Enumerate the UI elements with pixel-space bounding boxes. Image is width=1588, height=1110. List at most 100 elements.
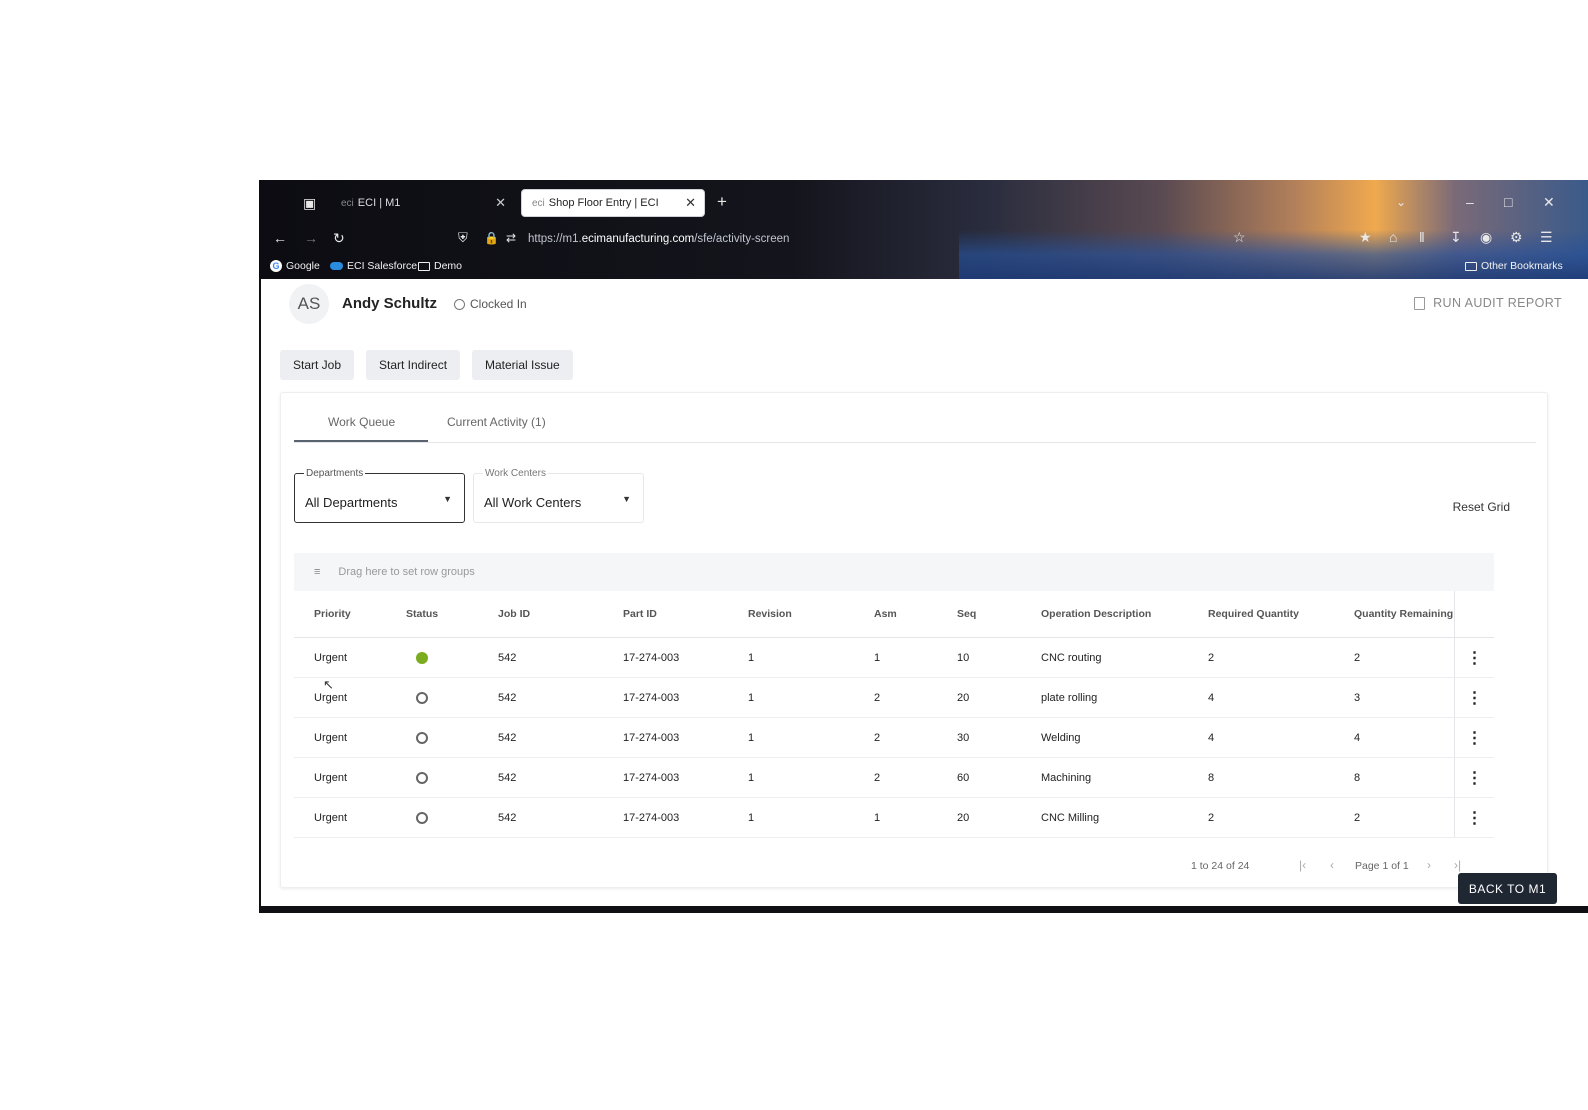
start-job-button[interactable]: Start Job xyxy=(280,350,355,380)
row-menu-icon[interactable]: ⋮ xyxy=(1454,718,1494,757)
bookmark-label: Google xyxy=(286,260,320,272)
column-header-asm[interactable]: Asm xyxy=(874,608,897,620)
bookmark-star-icon[interactable]: ☆ xyxy=(1233,229,1246,245)
forward-arrow-icon[interactable]: → xyxy=(304,230,318,246)
column-header-priority[interactable]: Priority xyxy=(314,608,351,620)
grid-pagination: 1 to 24 of 24 |‹ ‹ Page 1 of 1 › ›| xyxy=(294,853,1494,883)
close-window-icon[interactable]: ✕ xyxy=(1543,194,1555,210)
row-group-placeholder: Drag here to set row groups xyxy=(338,566,475,578)
part-id-cell: 17-274-003 xyxy=(623,811,680,824)
avatar[interactable]: AS xyxy=(289,284,329,324)
close-tab-icon[interactable]: ✕ xyxy=(495,195,506,211)
asm-cell: 1 xyxy=(874,651,881,664)
required-quantity-cell: 2 xyxy=(1208,651,1215,664)
row-menu-icon[interactable]: ⋮ xyxy=(1454,638,1494,677)
extensions-icon[interactable]: ⚙ xyxy=(1510,229,1523,245)
part-id-cell: 17-274-003 xyxy=(623,731,680,744)
bookmark-eci-salesforce[interactable]: ECI Salesforce xyxy=(330,260,417,272)
column-header-revision[interactable]: Revision xyxy=(748,608,792,620)
clock-icon xyxy=(454,298,465,310)
column-header-quantity-remaining[interactable]: Quantity Remaining xyxy=(1354,608,1453,620)
row-group-drop-zone[interactable]: ≡ Drag here to set row groups xyxy=(294,553,1494,591)
quantity-remaining-cell: 8 xyxy=(1354,771,1361,784)
seq-cell: 20 xyxy=(957,691,970,704)
page-indicator: Page 1 of 1 xyxy=(1355,860,1409,872)
run-audit-report-button[interactable]: RUN AUDIT REPORT xyxy=(1414,296,1562,310)
bookmarks-menu-icon[interactable]: ★ xyxy=(1359,229,1372,245)
previous-page-icon[interactable]: ‹ xyxy=(1330,858,1334,872)
list-tabs-chevron-icon[interactable]: ⌄ xyxy=(1396,194,1406,210)
lock-icon[interactable]: 🔒 xyxy=(484,230,499,246)
caret-down-icon: ▼ xyxy=(443,494,452,504)
other-bookmarks[interactable]: Other Bookmarks xyxy=(1465,260,1563,272)
account-icon[interactable]: ◉ xyxy=(1480,229,1492,245)
maximize-icon[interactable]: □ xyxy=(1504,194,1512,210)
first-page-icon[interactable]: |‹ xyxy=(1299,858,1306,872)
departments-value: All Departments xyxy=(305,495,398,510)
minimize-icon[interactable]: – xyxy=(1466,194,1474,210)
work-centers-select[interactable]: Work Centers All Work Centers ▼ xyxy=(473,468,644,523)
table-row[interactable]: Urgent 542 17-274-003 1 1 20 CNC Milling… xyxy=(294,798,1494,838)
table-row[interactable]: Urgent 542 17-274-003 1 2 30 Welding 4 4… xyxy=(294,718,1494,758)
tab-manager-icon[interactable]: ▣ xyxy=(303,195,316,211)
new-tab-icon[interactable]: + xyxy=(717,193,727,210)
folder-icon xyxy=(1465,261,1477,271)
row-menu-icon[interactable]: ⋮ xyxy=(1454,678,1494,717)
status-idle-icon xyxy=(416,811,428,824)
back-to-m1-button[interactable]: BACK TO M1 xyxy=(1458,873,1557,904)
priority-cell: Urgent xyxy=(314,771,348,784)
browser-tab-shop-floor[interactable]: eci Shop Floor Entry | ECI ✕ xyxy=(521,189,705,217)
table-row[interactable]: Urgent 542 17-274-003 1 2 20 plate rolli… xyxy=(294,678,1494,718)
home-icon[interactable]: ⌂ xyxy=(1389,229,1397,245)
address-bar[interactable]: https://m1. ecimanufacturing.com/sfe/acti… xyxy=(528,227,1328,251)
table-row[interactable]: Urgent 542 17-274-003 1 2 60 Machining 8… xyxy=(294,758,1494,798)
column-header-operation-description[interactable]: Operation Description xyxy=(1041,608,1151,620)
browser-window: ▣ eci ECI | M1 ✕ eci Shop Floor Entry | … xyxy=(259,180,1588,913)
departments-label: Departments xyxy=(304,468,366,479)
column-header-part-id[interactable]: Part ID xyxy=(623,608,657,620)
bookmark-google[interactable]: G Google xyxy=(270,260,320,272)
operation-cell: Machining xyxy=(1041,771,1092,784)
tab-current-activity[interactable]: Current Activity (1) xyxy=(447,415,546,429)
material-issue-button[interactable]: Material Issue xyxy=(472,350,573,380)
quantity-remaining-cell: 3 xyxy=(1354,691,1361,704)
permissions-icon[interactable]: ⇄ xyxy=(506,230,516,246)
priority-cell: Urgent xyxy=(314,731,348,744)
audit-label: RUN AUDIT REPORT xyxy=(1433,296,1562,310)
tab-work-queue[interactable]: Work Queue xyxy=(328,415,395,429)
start-indirect-button[interactable]: Start Indirect xyxy=(366,350,461,380)
library-icon[interactable]: ‖ xyxy=(1419,229,1425,245)
next-page-icon[interactable]: › xyxy=(1427,858,1431,872)
required-quantity-cell: 8 xyxy=(1208,771,1215,784)
grid-header-row: Priority Status Job ID Part ID Revision … xyxy=(294,591,1494,638)
departments-select[interactable]: Departments All Departments ▼ xyxy=(294,468,465,523)
shield-icon[interactable]: ⛨ xyxy=(458,230,468,246)
browser-tab-eci-m1[interactable]: eci ECI | M1 ✕ xyxy=(331,189,514,217)
download-icon[interactable]: ↧ xyxy=(1450,229,1462,245)
row-group-icon: ≡ xyxy=(314,566,321,578)
work-card: Work Queue Current Activity (1) Departme… xyxy=(280,392,1548,888)
column-header-seq[interactable]: Seq xyxy=(957,608,976,620)
asm-cell: 2 xyxy=(874,691,881,704)
other-bookmarks-label: Other Bookmarks xyxy=(1481,260,1563,272)
table-row[interactable]: Urgent 542 17-274-003 1 1 10 CNC routing… xyxy=(294,638,1494,678)
reload-icon[interactable]: ↻ xyxy=(333,230,345,246)
column-header-job-id[interactable]: Job ID xyxy=(498,608,530,620)
priority-cell: Urgent xyxy=(314,691,348,704)
bookmark-label: ECI Salesforce xyxy=(347,260,418,272)
reset-grid-button[interactable]: Reset Grid xyxy=(1453,500,1510,514)
bookmark-demo[interactable]: Demo xyxy=(418,260,462,272)
back-arrow-icon[interactable]: ← xyxy=(273,230,287,246)
asm-cell: 2 xyxy=(874,731,881,744)
row-menu-icon[interactable]: ⋮ xyxy=(1454,798,1494,837)
column-header-required-quantity[interactable]: Required Quantity xyxy=(1208,608,1299,620)
operation-cell: plate rolling xyxy=(1041,691,1098,704)
work-centers-label: Work Centers xyxy=(483,468,548,479)
app-menu-icon[interactable]: ☰ xyxy=(1540,229,1553,245)
revision-cell: 1 xyxy=(748,651,755,664)
row-menu-icon[interactable]: ⋮ xyxy=(1454,758,1494,797)
tab-title: ECI | M1 xyxy=(357,197,401,209)
last-page-icon[interactable]: ›| xyxy=(1454,858,1461,872)
close-tab-icon[interactable]: ✕ xyxy=(685,195,696,211)
column-header-status[interactable]: Status xyxy=(406,608,438,620)
